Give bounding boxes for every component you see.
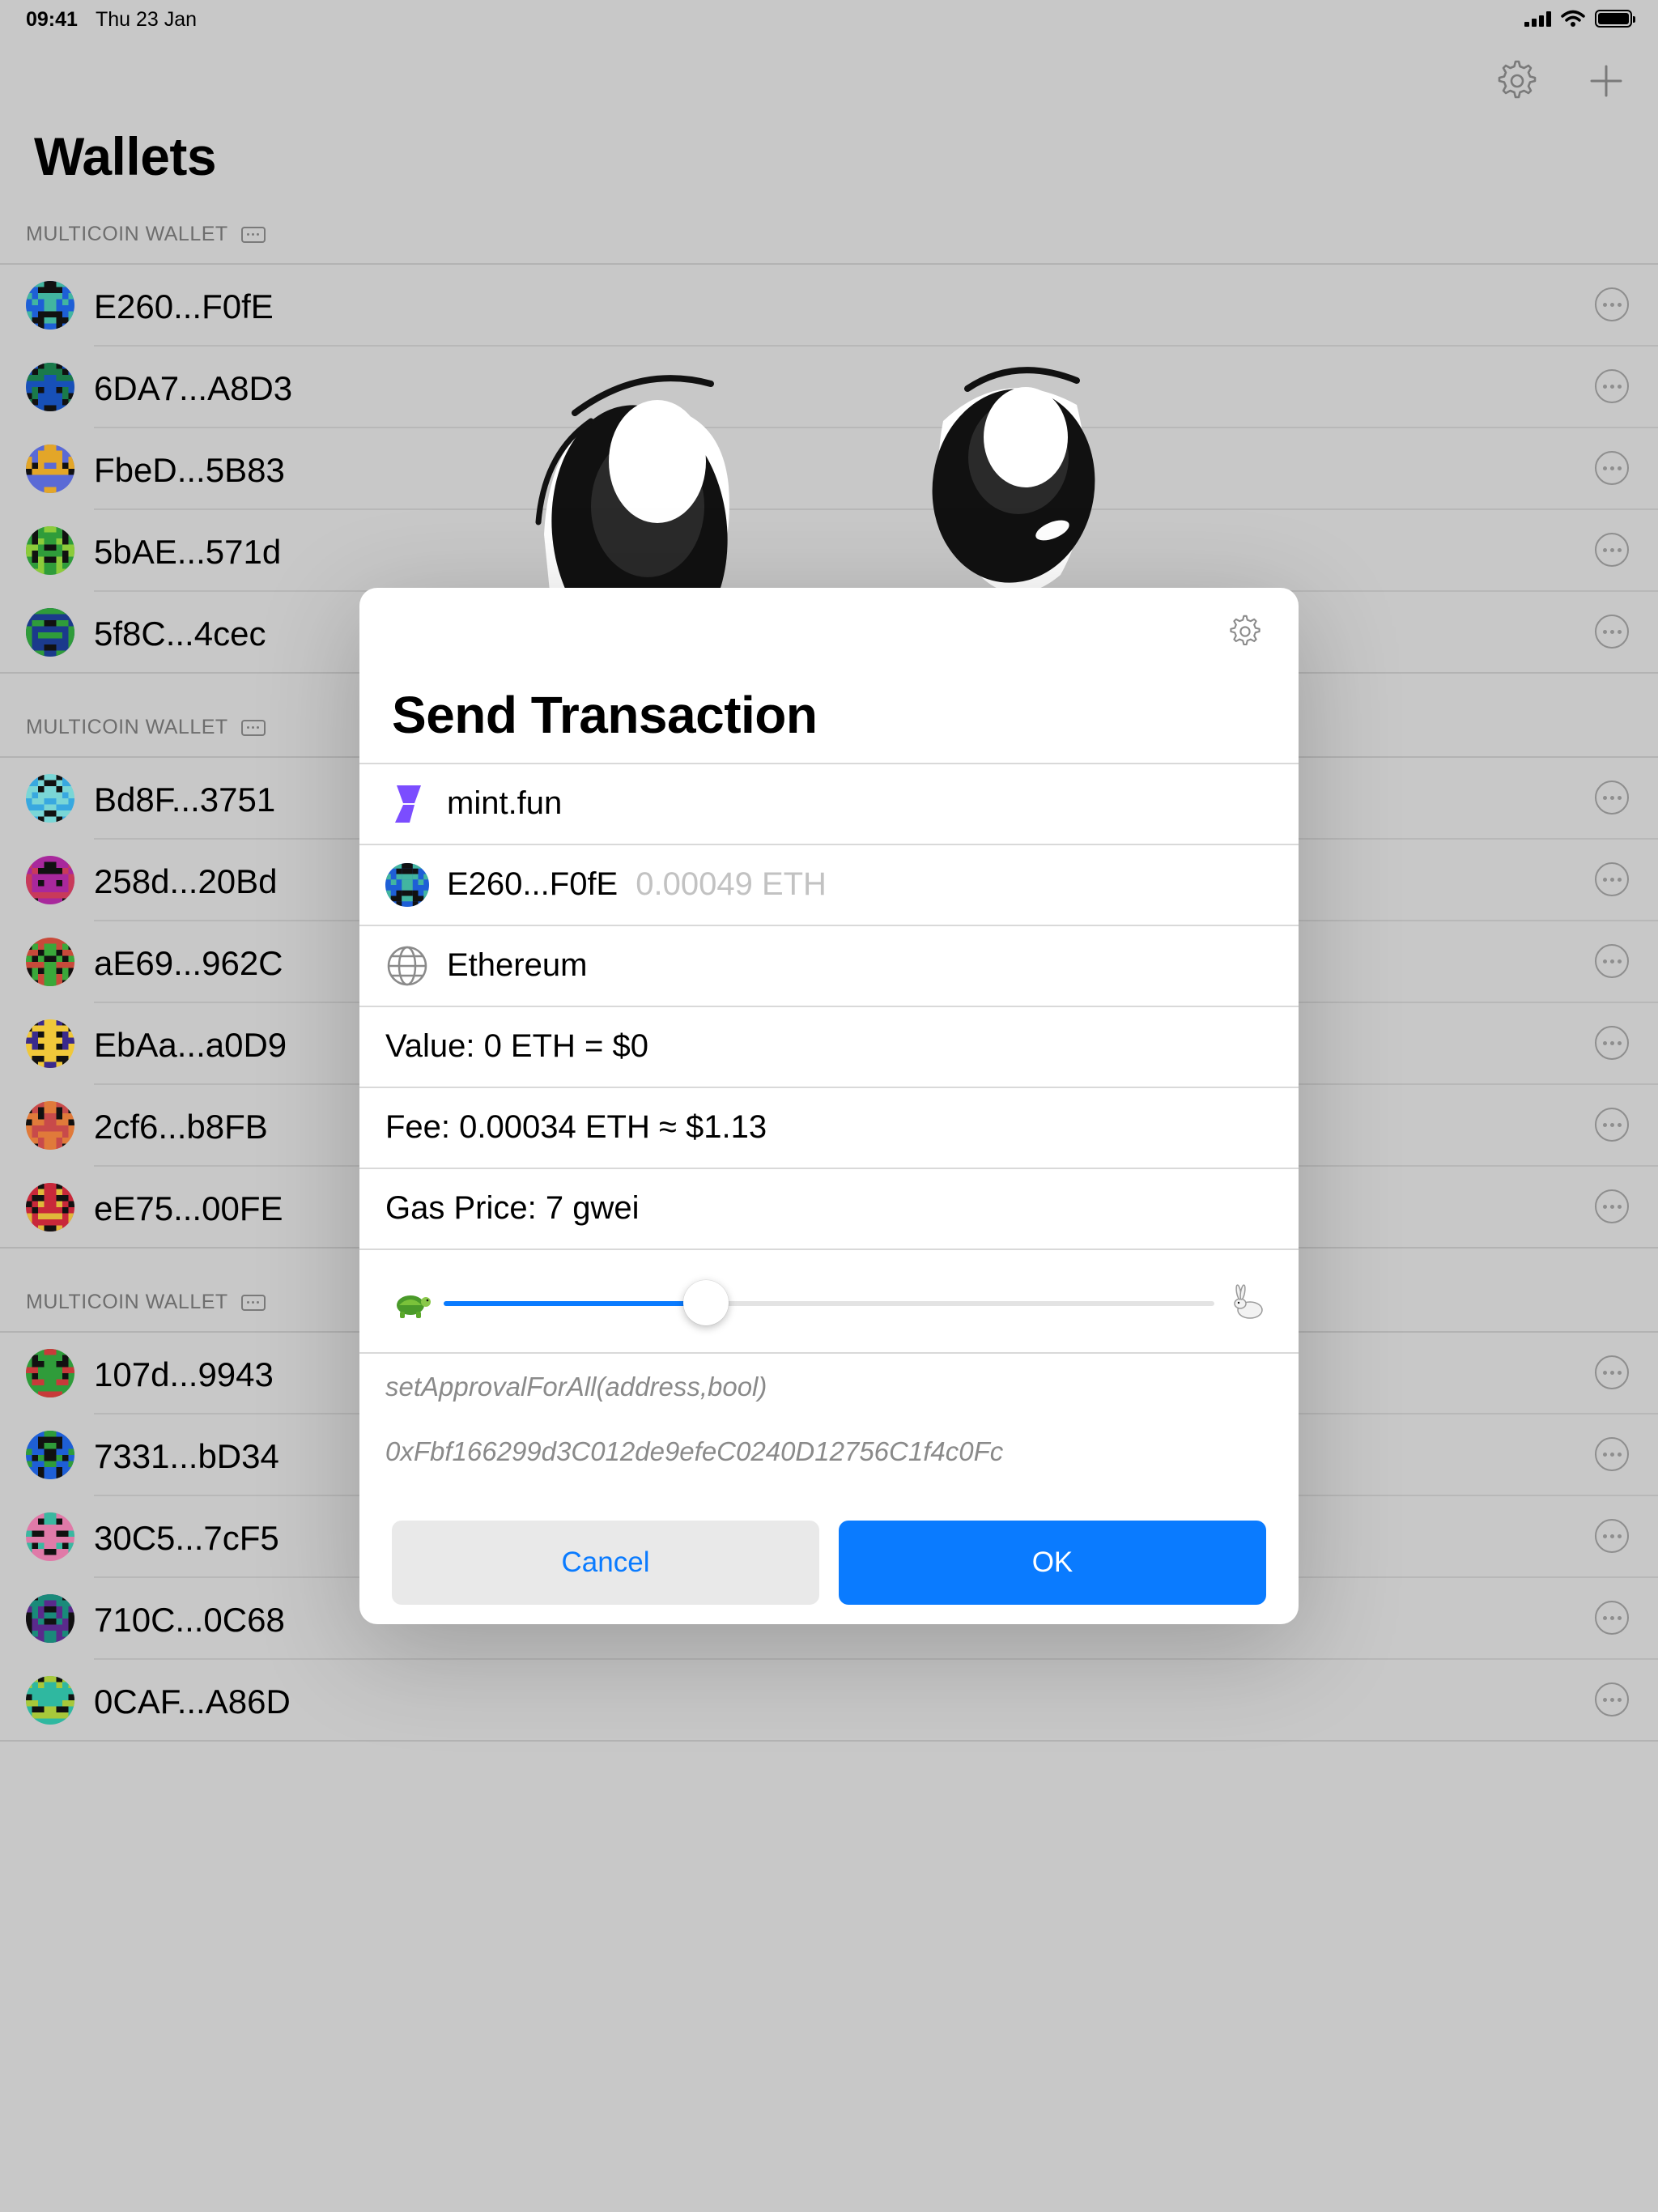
wallet-address: aE69...962C (94, 944, 283, 982)
mint-fun-logo-icon (395, 785, 421, 823)
wallet-address: 258d...20Bd (94, 862, 278, 900)
more-options-icon[interactable] (1595, 1026, 1629, 1060)
gas-speed-slider[interactable] (444, 1280, 1214, 1325)
network-name: Ethereum (447, 947, 588, 983)
wallet-address: 30C5...7cF5 (94, 1519, 279, 1557)
account-address: E260...F0fE (447, 866, 619, 902)
avatar (26, 363, 74, 411)
contract-address: 0xFbf166299d3C012de9efeC0240D12756C1f4c0… (385, 1436, 1004, 1466)
globe-icon (387, 946, 427, 986)
send-transaction-dialog: Send Transaction mint.fun E260...F0fE 0.0… (359, 588, 1299, 1624)
more-options-icon[interactable] (1595, 369, 1629, 403)
section-header-label: MULTICOIN WALLET (26, 716, 228, 738)
account-avatar (385, 863, 429, 907)
wallet-options-icon[interactable] (240, 226, 266, 243)
wallet-address: E260...F0fE (94, 287, 274, 325)
wallet-address: 2cf6...b8FB (94, 1108, 268, 1146)
cancel-button[interactable]: Cancel (392, 1521, 819, 1605)
wallet-address: eE75...00FE (94, 1189, 283, 1227)
more-options-icon[interactable] (1595, 1355, 1629, 1389)
avatar (26, 856, 74, 904)
avatar (26, 1349, 74, 1397)
more-options-icon[interactable] (1595, 287, 1629, 321)
ok-button[interactable]: OK (839, 1521, 1266, 1605)
wifi-icon (1561, 10, 1585, 27)
more-options-icon[interactable] (1595, 451, 1629, 485)
section-header: MULTICOIN WALLET (26, 1291, 266, 1314)
avatar (26, 1183, 74, 1231)
avatar (26, 1676, 74, 1725)
wallet-address: 107d...9943 (94, 1355, 274, 1393)
account-balance: 0.00049 ETH (636, 866, 827, 902)
wallet-address: 710C...0C68 (94, 1601, 285, 1639)
slider-fill (444, 1301, 706, 1306)
wallet-options-icon[interactable] (240, 1294, 266, 1311)
dialog-title: Send Transaction (392, 686, 818, 744)
account-row[interactable]: E260...F0fE 0.00049 ETH (359, 844, 1299, 925)
dapp-name: mint.fun (447, 785, 563, 821)
add-wallet-icon[interactable] (1582, 57, 1630, 105)
rabbit-icon (1234, 1284, 1263, 1319)
section-header: MULTICOIN WALLET (26, 223, 266, 246)
more-options-icon[interactable] (1595, 533, 1629, 567)
more-options-icon[interactable] (1595, 1682, 1629, 1716)
avatar (26, 1594, 74, 1643)
gas-price-row: Gas Price: 7 gwei (359, 1168, 1299, 1249)
avatar (26, 445, 74, 493)
more-options-icon[interactable] (1595, 1601, 1629, 1635)
avatar (26, 1431, 74, 1479)
more-options-icon[interactable] (1595, 1519, 1629, 1553)
more-options-icon[interactable] (1595, 1108, 1629, 1142)
wallet-row[interactable]: 0CAF...A86D (0, 1660, 1658, 1742)
gas-price: Gas Price: 7 gwei (385, 1190, 640, 1226)
wallet-address: 6DA7...A8D3 (94, 369, 293, 407)
settings-gear-icon[interactable] (1493, 57, 1541, 105)
more-options-icon[interactable] (1595, 862, 1629, 896)
avatar (26, 1019, 74, 1068)
avatar (26, 774, 74, 823)
wallet-address: EbAa...a0D9 (94, 1026, 287, 1064)
transaction-value: Value: 0 ETH = $0 (385, 1028, 648, 1064)
status-time: 09:41 (26, 8, 78, 31)
status-date: Thu 23 Jan (96, 8, 198, 31)
wallet-options-icon[interactable] (240, 719, 266, 736)
dapp-row: mint.fun (359, 763, 1299, 844)
more-options-icon[interactable] (1595, 615, 1629, 649)
cellular-signal-icon (1524, 11, 1551, 27)
avatar (26, 526, 74, 575)
battery-icon (1595, 10, 1635, 28)
avatar (26, 1512, 74, 1561)
contract-function: setApprovalForAll(address,bool) (385, 1372, 767, 1402)
slider-knob[interactable] (682, 1280, 729, 1325)
wallet-address: 5bAE...571d (94, 533, 282, 571)
wallet-address: 5f8C...4cec (94, 615, 266, 653)
wallet-address: FbeD...5B83 (94, 451, 285, 489)
more-options-icon[interactable] (1595, 1189, 1629, 1223)
section-header: MULTICOIN WALLET (26, 716, 266, 739)
status-indicators (1524, 10, 1635, 28)
settings-gear-icon[interactable] (1226, 612, 1265, 651)
wallet-address: Bd8F...3751 (94, 781, 276, 819)
value-row: Value: 0 ETH = $0 (359, 1006, 1299, 1087)
avatar (26, 281, 74, 330)
wallet-row[interactable]: E260...F0fE (0, 265, 1658, 347)
more-options-icon[interactable] (1595, 944, 1629, 978)
section-header-label: MULTICOIN WALLET (26, 1291, 228, 1313)
avatar (26, 938, 74, 986)
turtle-icon (397, 1295, 431, 1318)
transaction-fee: Fee: 0.00034 ETH ≈ $1.13 (385, 1109, 767, 1145)
status-bar: 09:41 Thu 23 Jan (0, 0, 1658, 39)
more-options-icon[interactable] (1595, 781, 1629, 815)
avatar (26, 608, 74, 657)
fee-row: Fee: 0.00034 ETH ≈ $1.13 (359, 1087, 1299, 1168)
gas-speed-slider-row (359, 1249, 1299, 1354)
wallet-address: 0CAF...A86D (94, 1682, 291, 1721)
section-divider (0, 1740, 1658, 1742)
avatar (26, 1101, 74, 1150)
wallet-address: 7331...bD34 (94, 1437, 279, 1475)
section-header-label: MULTICOIN WALLET (26, 223, 228, 245)
page-title: Wallets (34, 126, 217, 186)
network-row: Ethereum (359, 925, 1299, 1006)
more-options-icon[interactable] (1595, 1437, 1629, 1471)
